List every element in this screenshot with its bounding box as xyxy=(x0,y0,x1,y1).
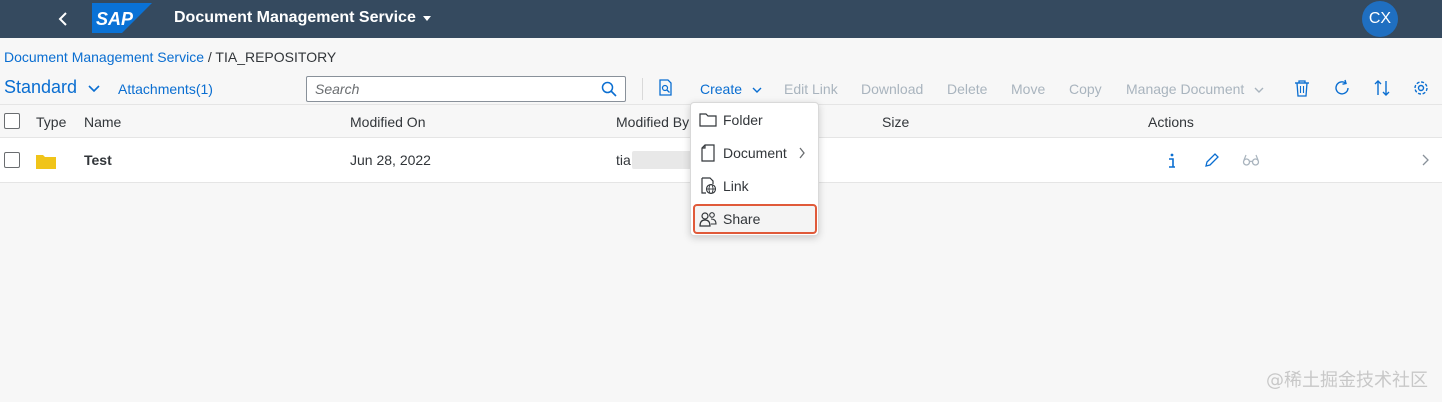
copy-button[interactable]: Copy xyxy=(1069,81,1102,97)
sort-button[interactable] xyxy=(1373,79,1391,97)
redacted-text xyxy=(632,151,692,169)
column-header-modified-by[interactable]: Modified By xyxy=(616,114,689,130)
chevron-right-icon xyxy=(799,147,805,159)
settings-button[interactable] xyxy=(1412,79,1430,97)
search-field[interactable] xyxy=(306,76,626,102)
document-search-button[interactable] xyxy=(657,79,675,97)
manage-document-label: Manage Document xyxy=(1126,81,1245,97)
row-modified-on: Jun 28, 2022 xyxy=(350,152,431,168)
folder-outline-icon xyxy=(699,111,717,129)
back-button[interactable] xyxy=(52,8,74,30)
chevron-down-icon xyxy=(1254,87,1264,94)
document-search-icon xyxy=(659,79,672,96)
search-icon[interactable] xyxy=(601,81,617,97)
chevron-left-icon xyxy=(58,12,67,26)
user-avatar[interactable]: CX xyxy=(1362,1,1398,37)
download-button[interactable]: Download xyxy=(861,81,923,97)
manage-document-button[interactable]: Manage Document xyxy=(1126,81,1264,97)
create-button-label: Create xyxy=(700,81,743,97)
chevron-right-icon[interactable] xyxy=(1420,153,1432,167)
preview-button[interactable] xyxy=(1242,151,1260,169)
toolbar-separator xyxy=(642,78,643,100)
info-icon xyxy=(1169,153,1175,168)
select-all-checkbox[interactable] xyxy=(4,113,20,129)
move-button[interactable]: Move xyxy=(1011,81,1045,97)
toolbar: Standard Attachments(1) Create Edit Link… xyxy=(0,72,1442,104)
caret-down-icon xyxy=(422,16,431,21)
edit-icon xyxy=(1205,153,1219,167)
column-header-name[interactable]: Name xyxy=(84,114,121,130)
column-header-size[interactable]: Size xyxy=(882,114,909,130)
watermark: @稀土掘金技术社区 xyxy=(1266,370,1428,391)
refresh-icon xyxy=(1335,79,1349,95)
variant-label: Standard xyxy=(4,77,78,97)
menu-item-share[interactable]: Share xyxy=(693,204,817,234)
folder-icon xyxy=(36,155,56,169)
sap-logo-text: SAP xyxy=(96,9,134,29)
menu-item-document[interactable]: Document xyxy=(695,139,815,167)
edit-button[interactable] xyxy=(1203,151,1221,169)
column-header-actions: Actions xyxy=(1148,114,1194,130)
edit-link-button[interactable]: Edit Link xyxy=(784,81,838,97)
row-modified-by: tia xyxy=(616,152,631,168)
row-checkbox[interactable] xyxy=(4,152,20,168)
document-icon xyxy=(699,144,717,162)
menu-item-label: Document xyxy=(723,145,787,161)
breadcrumb-link-dms[interactable]: Document Management Service xyxy=(4,49,204,65)
link-icon xyxy=(699,177,717,195)
column-header-type[interactable]: Type xyxy=(36,114,66,130)
refresh-button[interactable] xyxy=(1333,79,1351,97)
menu-item-link[interactable]: Link xyxy=(695,172,815,200)
app-title-menu[interactable]: Document Management Service xyxy=(174,9,432,27)
search-input[interactable] xyxy=(315,80,595,98)
breadcrumb: Document Management Service / TIA_REPOSI… xyxy=(4,49,336,65)
delete-button[interactable]: Delete xyxy=(947,81,987,97)
trash-button[interactable] xyxy=(1293,79,1311,97)
breadcrumb-separator: / xyxy=(204,49,216,65)
settings-icon xyxy=(1414,81,1428,95)
column-header-modified-on[interactable]: Modified On xyxy=(350,114,425,130)
chevron-down-icon xyxy=(88,84,100,92)
menu-item-label: Link xyxy=(723,178,749,194)
app-title: Document Management Service xyxy=(174,9,416,26)
info-button[interactable] xyxy=(1163,151,1181,169)
attachments-tab[interactable]: Attachments(1) xyxy=(118,81,213,97)
share-icon xyxy=(699,210,717,228)
variant-selector[interactable]: Standard xyxy=(4,77,101,98)
menu-item-label: Share xyxy=(723,211,761,227)
sap-logo[interactable]: SAP xyxy=(92,3,152,33)
row-name[interactable]: Test xyxy=(84,152,112,168)
chevron-down-icon xyxy=(752,87,762,94)
preview-icon xyxy=(1242,154,1260,166)
sort-icon xyxy=(1374,80,1390,96)
create-menu: Folder Document Link Share xyxy=(690,102,819,236)
create-button[interactable]: Create xyxy=(700,81,762,97)
menu-item-folder[interactable]: Folder xyxy=(695,106,815,134)
breadcrumb-current: TIA_REPOSITORY xyxy=(215,49,337,65)
shell-bar: SAP Document Management Service CX xyxy=(0,0,1442,38)
trash-icon xyxy=(1295,80,1309,97)
menu-item-label: Folder xyxy=(723,112,763,128)
